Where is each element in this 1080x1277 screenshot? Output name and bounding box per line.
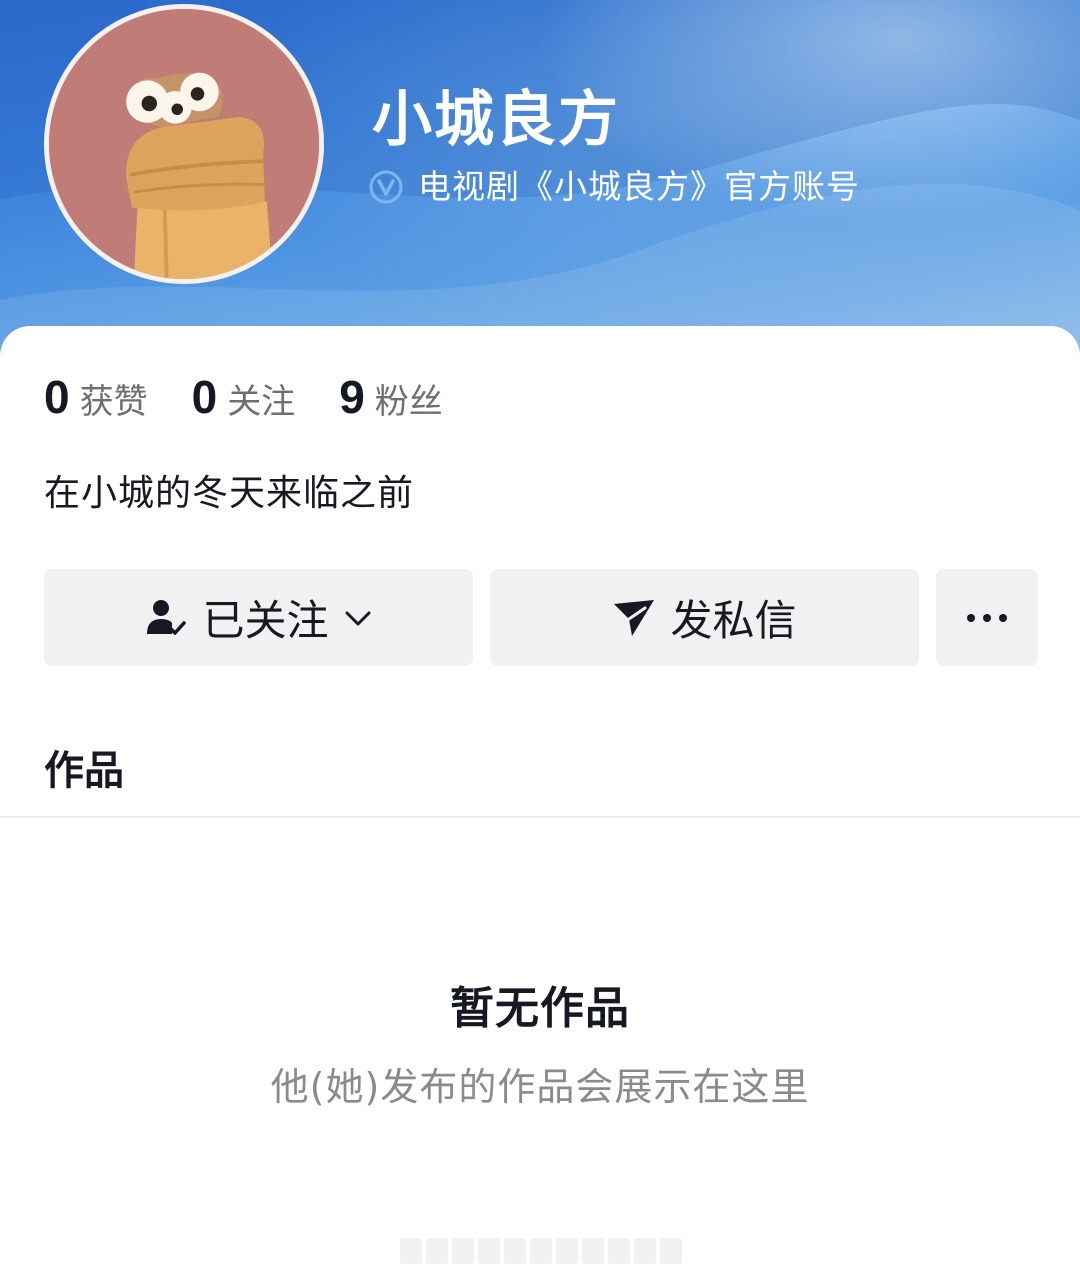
avatar[interactable] (44, 4, 324, 284)
stat-followers-label: 粉丝 (374, 382, 443, 422)
stat-likes-label: 获赞 (79, 382, 148, 422)
stat-following-label: 关注 (227, 382, 296, 422)
chevron-down-icon (345, 611, 370, 625)
verified-v-icon (369, 170, 403, 204)
stat-following-value: 0 (191, 371, 218, 423)
profile-page: 小城良方 电视剧《小城良方》官方账号 0 获赞 0 关注 9 粉丝 在小城的冬天… (0, 0, 1080, 1277)
user-check-icon (147, 599, 187, 635)
following-button-label: 已关注 (202, 596, 329, 645)
profile-card: 0 获赞 0 关注 9 粉丝 在小城的冬天来临之前 已关注 发私信 作品 暂无作… (0, 326, 1080, 1277)
stat-following[interactable]: 0 关注 (192, 370, 296, 424)
paper-plane-icon (614, 599, 655, 636)
stat-likes-value: 0 (44, 371, 70, 423)
send-message-button[interactable]: 发私信 (490, 569, 919, 666)
profile-bio: 在小城的冬天来临之前 (44, 473, 415, 514)
empty-state-subtitle: 他(她)发布的作品会展示在这里 (270, 1065, 810, 1109)
send-message-label: 发私信 (670, 596, 797, 645)
empty-state-title: 暂无作品 (450, 983, 630, 1034)
profile-stats: 0 获赞 0 关注 9 粉丝 (44, 370, 443, 424)
section-divider (0, 816, 1080, 818)
following-button[interactable]: 已关注 (44, 569, 473, 666)
more-options-button[interactable] (936, 569, 1038, 666)
stat-followers-value: 9 (339, 371, 365, 423)
verification-row: 电视剧《小城良方》官方账号 (368, 162, 860, 212)
account-name: 小城良方 (372, 85, 620, 155)
profile-header-banner: 小城良方 电视剧《小城良方》官方账号 (0, 0, 1080, 380)
image-watermark (400, 1238, 682, 1264)
action-buttons: 已关注 发私信 (44, 569, 1038, 666)
stat-likes[interactable]: 0 获赞 (44, 370, 148, 424)
more-dots-icon (967, 613, 1007, 622)
verification-text: 电视剧《小城良方》官方账号 (418, 167, 860, 206)
avatar-character-illustration (49, 9, 319, 279)
tab-works[interactable]: 作品 (44, 738, 124, 796)
stat-followers[interactable]: 9 粉丝 (339, 370, 443, 424)
